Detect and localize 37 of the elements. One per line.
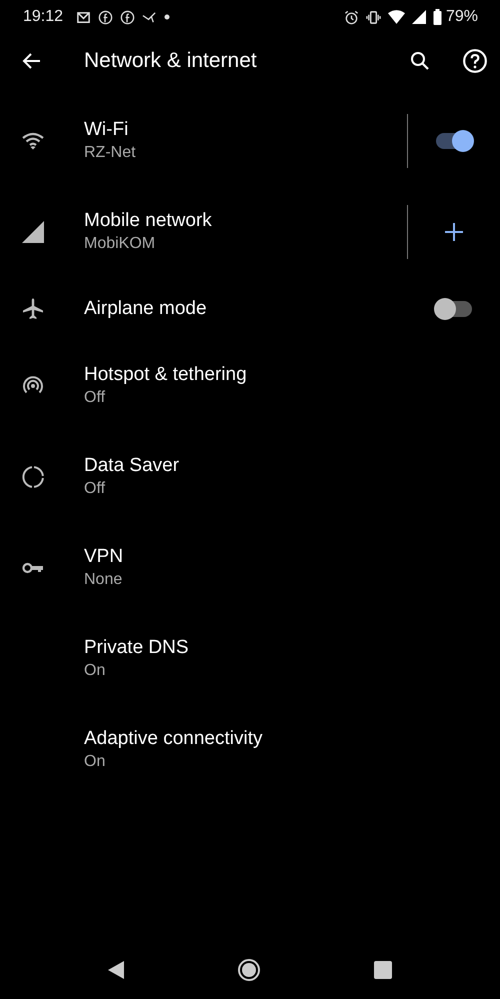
bird-icon — [142, 10, 158, 24]
help-icon[interactable] — [462, 48, 488, 74]
setting-title[interactable]: Hotspot & tethering — [84, 364, 408, 386]
airplane-icon — [21, 296, 45, 320]
setting-title[interactable]: Wi-Fi — [84, 119, 407, 141]
status-time: 19:12 — [23, 8, 64, 26]
facebook-icon — [98, 10, 114, 24]
page-title: Network & internet — [84, 49, 257, 73]
setting-summary: MobiKOM — [84, 235, 156, 253]
data-saver-icon — [21, 464, 45, 488]
setting-title[interactable]: Mobile network — [84, 210, 407, 232]
alarm-icon — [344, 10, 359, 24]
setting-summary: On — [84, 662, 106, 680]
toggle-switch[interactable] — [436, 132, 472, 148]
battery-percent: 79% — [446, 8, 478, 26]
signal-icon — [22, 220, 44, 242]
setting-title[interactable]: Airplane mode — [84, 298, 408, 320]
setting-title[interactable]: Data Saver — [84, 455, 408, 477]
setting-summary: Off — [84, 480, 106, 498]
setting-title[interactable]: VPN — [84, 546, 408, 568]
wifi-icon — [388, 10, 405, 24]
setting-summary: RZ-Net — [84, 144, 137, 162]
dot-icon — [164, 14, 170, 20]
vibrate-icon — [366, 10, 381, 24]
setting-title[interactable]: Private DNS — [84, 637, 408, 659]
setting-summary: On — [84, 753, 106, 771]
facebook-icon — [120, 10, 136, 24]
wifi-icon — [21, 132, 45, 150]
signal-icon — [412, 10, 426, 24]
setting-summary: None — [84, 571, 124, 589]
setting-summary: Off — [84, 389, 106, 407]
setting-title[interactable]: Adaptive connectivity — [84, 728, 408, 750]
mail-icon — [76, 10, 92, 24]
toggle-switch[interactable] — [436, 300, 472, 316]
back-nav-icon[interactable] — [108, 961, 124, 979]
battery-icon — [432, 9, 442, 25]
home-nav-icon[interactable] — [238, 959, 260, 981]
